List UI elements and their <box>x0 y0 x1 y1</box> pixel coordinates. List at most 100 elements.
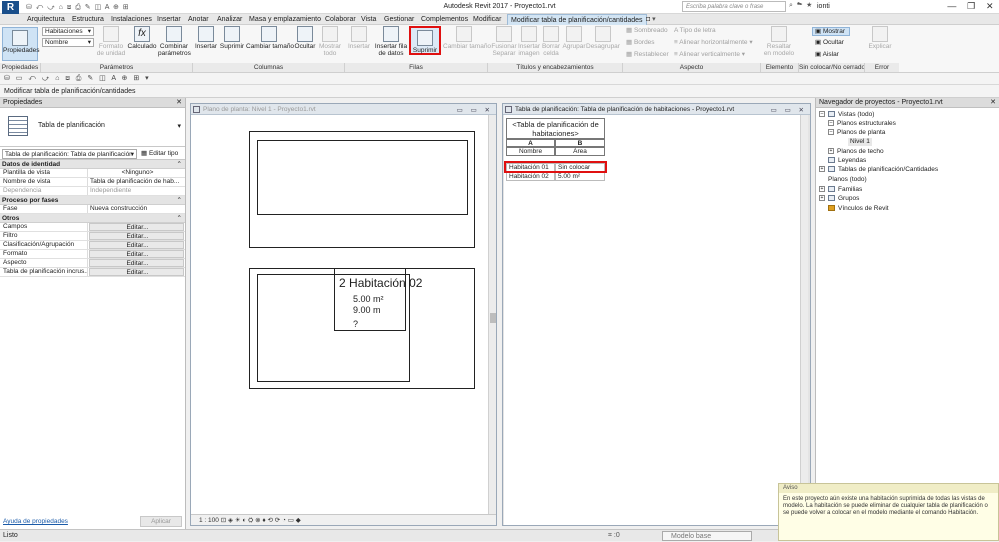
tree-nivel-1[interactable]: Nivel 1 <box>848 138 872 146</box>
tab-vista[interactable]: Vista <box>358 14 379 25</box>
row-resize-button[interactable]: Cambiar tamaño <box>443 26 491 50</box>
column-resize-button[interactable]: Cambiar tamaño <box>246 26 294 50</box>
column-letter-b[interactable]: B <box>555 139 605 147</box>
column-letter-a[interactable]: A <box>506 139 555 147</box>
prop-row[interactable]: Plantilla de vista <Ninguno> <box>0 169 185 178</box>
reset-button[interactable]: ▦ Restablecer <box>626 51 669 59</box>
clear-cell-button[interactable]: Borrar celda <box>540 26 562 57</box>
tab-gestionar[interactable]: Gestionar <box>381 14 417 25</box>
tree-tablas[interactable]: + Tablas de planificación/Cantidades <box>819 166 938 174</box>
group-button[interactable]: Agrupar <box>562 26 586 50</box>
prop-row[interactable]: Tabla de planificación incrus... Editar..… <box>0 268 185 277</box>
properties-button[interactable]: Propiedades <box>2 27 40 61</box>
row-delete-button[interactable]: Suprimir <box>409 26 441 55</box>
floor-plan-window[interactable]: Plano de planta: Nivel 1 - Proyecto1.rvt… <box>190 103 497 526</box>
combine-parameters-button[interactable]: Combinar parámetros <box>158 26 191 57</box>
align-vertical-button[interactable]: ≡ Alinear verticalmente ▾ <box>674 51 745 59</box>
schedule-heading[interactable]: <Tabla de planificación de habitaciones> <box>506 118 605 139</box>
room-tag[interactable]: 2 Habitación 02 5.00 m² 9.00 m ? <box>334 268 422 331</box>
secondary-toolbar[interactable]: ⛁ ▭ ⤺ ⤻ ⌂ ⧈ ⎙ ✎ ◫ A ⊕ ⊞ ▾ <box>0 73 999 85</box>
schedule-vertical-scrollbar[interactable] <box>800 115 808 525</box>
show-unplaced-button[interactable]: ▣ Mostrar <box>812 27 850 36</box>
edit-appearance-button[interactable]: Editar... <box>89 259 184 267</box>
quick-access-toolbar[interactable]: ⛁ ⤺ ⤻ ⌂ ⧈ ⎙ ✎ ◫ A ⊕ ⊞ <box>26 3 130 12</box>
tree-vistas[interactable]: – Vistas (todo) <box>819 111 874 119</box>
close-button[interactable]: ✕ <box>986 1 994 13</box>
tree-planos-techo[interactable]: + Planos de techo <box>828 148 884 156</box>
room-1-inner[interactable] <box>257 140 468 215</box>
tab-arquitectura[interactable]: Arquitectura <box>24 14 68 25</box>
apply-button[interactable]: Aplicar <box>140 516 182 527</box>
revit-app-menu-button[interactable]: R <box>2 1 19 14</box>
tree-planos-planta[interactable]: – Planos de planta <box>828 129 885 137</box>
scroll-thumb[interactable] <box>490 313 496 323</box>
tree-vinculos[interactable]: Vínculos de Revit <box>819 205 889 213</box>
column-delete-button[interactable]: Suprimir <box>219 26 245 50</box>
prop-row[interactable]: Campos Editar... <box>0 223 185 232</box>
instance-filter-select[interactable]: Tabla de planificación: Tabla de planifi… <box>2 149 137 159</box>
tree-planos-todo[interactable]: Planos (todo) <box>819 176 867 184</box>
tab-insertar[interactable]: Insertar <box>154 14 184 25</box>
tree-familias[interactable]: + Familias <box>819 186 862 194</box>
tab-analizar[interactable]: Analizar <box>214 14 245 25</box>
tree-grupos[interactable]: + Grupos <box>819 195 859 203</box>
properties-help-link[interactable]: Ayuda de propiedades <box>3 518 68 525</box>
tab-masa-emplazamiento[interactable]: Masa y emplazamiento <box>246 14 324 25</box>
shading-button[interactable]: ▦ Sombreado <box>626 27 668 35</box>
isolate-unplaced-button[interactable]: ▣ Aislar <box>812 51 839 59</box>
schedule-window-controls[interactable]: ▭ ▭ ✕ <box>771 105 807 114</box>
ungroup-button[interactable]: Desagrupar <box>586 26 620 50</box>
prop-row[interactable]: Nombre de vista Tabla de planificación de… <box>0 178 185 187</box>
edit-type-button[interactable]: ▦ Editar tipo <box>141 149 178 158</box>
prop-row[interactable]: Filtro Editar... <box>0 232 185 241</box>
format-unit-button[interactable]: Formato de unidad <box>96 26 126 57</box>
view-controls-icons[interactable]: ⊡ ◈ ☀ ◐ ⛭ ⊗ ♦ ⟲ ⟳ ◔ ▭ ◆ <box>221 517 301 524</box>
group-otros[interactable]: Otros ⌃ <box>0 214 185 223</box>
edit-embedded-button[interactable]: Editar... <box>89 268 184 276</box>
tree-leyendas[interactable]: Leyendas <box>819 157 866 165</box>
column-hide-button[interactable]: Ocultar <box>293 26 317 50</box>
edit-filter-button[interactable]: Editar... <box>89 232 184 240</box>
design-option-select[interactable]: Modelo base <box>662 531 752 541</box>
prop-row[interactable]: Formato Editar... <box>0 250 185 259</box>
view-scale[interactable]: 1 : 100 <box>199 517 219 524</box>
view-window-controls[interactable]: ▭ ▭ ✕ <box>457 105 493 114</box>
highlight-in-model-button[interactable]: Resaltar en modelo <box>763 26 795 57</box>
insert-image-button[interactable]: Insertar imagen <box>518 26 540 57</box>
maximize-button[interactable]: ❐ <box>967 1 975 13</box>
merge-button[interactable]: Fusionar Separar <box>490 26 518 57</box>
column-insert-button[interactable]: Insertar <box>194 26 218 50</box>
close-icon[interactable]: ✕ <box>176 98 182 108</box>
parameter-combo[interactable]: Nombre ▾ <box>42 38 94 47</box>
tab-colaborar[interactable]: Colaborar <box>322 14 359 25</box>
edit-fields-button[interactable]: Editar... <box>89 223 184 231</box>
insert-data-row-button[interactable]: Insertar fila de datos <box>373 26 409 57</box>
calculated-button[interactable]: fx Calculado <box>127 26 157 50</box>
tab-anotar[interactable]: Anotar <box>185 14 212 25</box>
minimize-button[interactable]: — <box>947 1 956 13</box>
warning-popup[interactable]: Aviso En este proyecto aún existe una ha… <box>778 483 999 541</box>
tab-modificar[interactable]: Modificar <box>470 14 504 25</box>
chevron-down-icon[interactable]: ▾ <box>177 122 181 130</box>
edit-sorting-button[interactable]: Editar... <box>89 241 184 249</box>
worksharing-icon[interactable]: ⌗ :0 <box>608 530 620 542</box>
row-insert-button[interactable]: Insertar <box>346 26 372 50</box>
user-name[interactable]: ionti <box>817 3 830 10</box>
borders-button[interactable]: ▦ Bordes <box>626 39 655 47</box>
search-input[interactable]: Escriba palabra clave o frase <box>682 1 786 12</box>
prop-row[interactable]: Fase Nueva construcción <box>0 205 185 214</box>
prop-row[interactable]: Clasificación/Agrupación Editar... <box>0 241 185 250</box>
table-row[interactable]: Habitación 02 <box>506 172 555 181</box>
hide-unplaced-button[interactable]: ▣ Ocultar <box>812 39 844 47</box>
tab-instalaciones[interactable]: Instalaciones <box>108 14 155 25</box>
type-selector[interactable]: Tabla de planificación ▾ <box>0 108 185 147</box>
column-header-nombre[interactable]: Nombre <box>506 147 555 156</box>
tab-complementos[interactable]: Complementos <box>418 14 471 25</box>
column-header-area[interactable]: Área <box>555 147 605 156</box>
column-show-all-button[interactable]: Mostrar todo <box>318 26 342 57</box>
group-datos-identidad[interactable]: Datos de identidad ⌃ <box>0 160 185 169</box>
group-proceso-fases[interactable]: Proceso por fases ⌃ <box>0 196 185 205</box>
align-horizontal-button[interactable]: ≡ Alinear horizontalmente ▾ <box>674 39 753 47</box>
tab-modificar-tabla[interactable]: Modificar tabla de planificación/cantida… <box>507 14 647 25</box>
explain-button[interactable]: Explicar <box>866 26 894 50</box>
